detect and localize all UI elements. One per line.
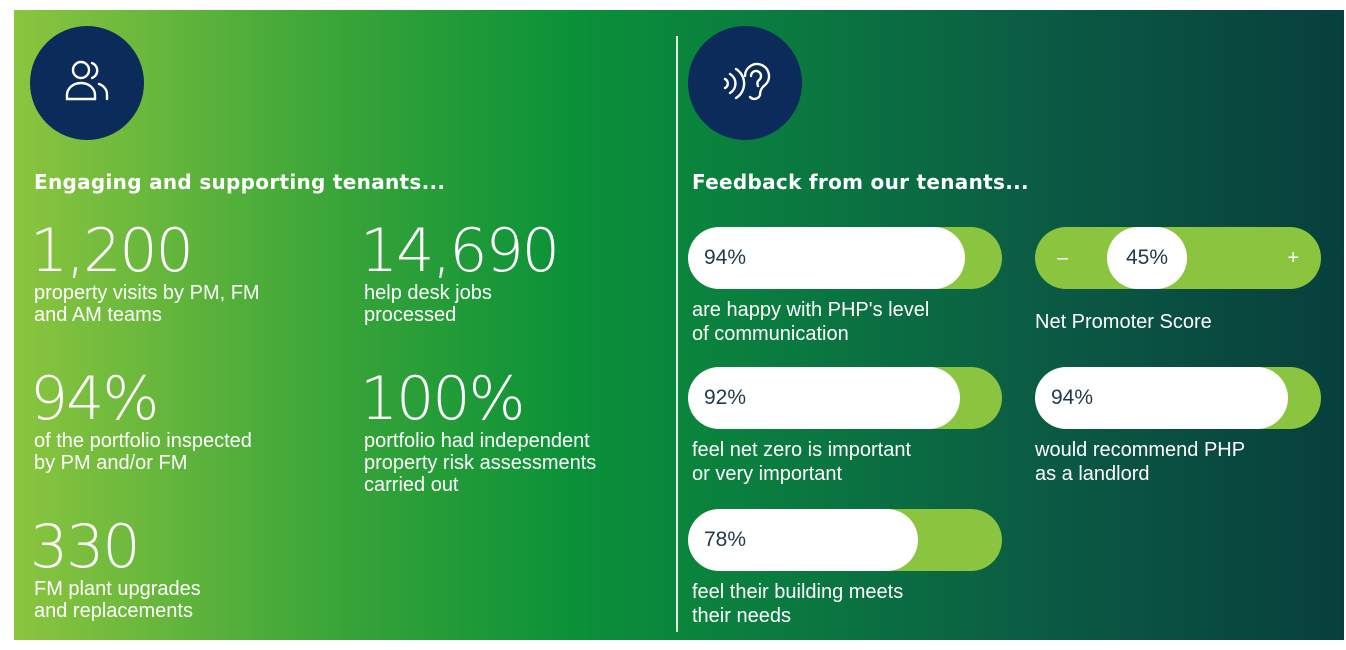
- pill-percent: 94%: [704, 246, 747, 269]
- nps-slider: – 45% +: [1035, 227, 1321, 289]
- stat-portfolio-inspected: 94% of the portfolio inspected by PM and…: [30, 368, 252, 474]
- stat-plant-upgrades: 330 FM plant upgrades and replacements: [30, 516, 201, 622]
- stat-number: 100%: [360, 364, 526, 434]
- nps-minus: –: [1057, 247, 1069, 269]
- stat-description: portfolio had independent property risk …: [364, 430, 597, 496]
- stat-property-visits: 1,200 property visits by PM, FM and AM t…: [30, 220, 260, 326]
- feedback-description: would recommend PHP as a landlord: [1035, 439, 1246, 485]
- pill-percent: 94%: [1051, 386, 1094, 409]
- nps-knob: 45%: [1107, 227, 1187, 289]
- stat-description: FM plant upgrades and replacements: [34, 578, 201, 622]
- infographic-panel: Engaging and supporting tenants... 1,200…: [14, 10, 1344, 640]
- column-divider: [676, 36, 678, 632]
- feedback-pill-building-needs: 78%: [688, 509, 1002, 571]
- right-heading: Feedback from our tenants...: [692, 170, 1029, 194]
- stat-number: 330: [30, 512, 141, 582]
- pill-percent: 92%: [704, 386, 747, 409]
- stat-number: 14,690: [360, 216, 560, 286]
- feedback-description: feel their building meets their needs: [692, 581, 904, 627]
- nps-plus: +: [1287, 247, 1299, 269]
- stat-number: 94%: [30, 364, 159, 434]
- nps-label: Net Promoter Score: [1035, 311, 1212, 333]
- stat-number: 1,200: [30, 216, 194, 286]
- feedback-pill-net-zero: 92%: [688, 367, 1002, 429]
- feedback-pill-communication: 94%: [688, 227, 1002, 289]
- listening-ear-icon: [688, 26, 802, 140]
- pill-percent: 78%: [704, 528, 747, 551]
- stat-risk-assessments: 100% portfolio had independent property …: [360, 368, 597, 496]
- stat-description: help desk jobs processed: [364, 282, 492, 326]
- left-heading: Engaging and supporting tenants...: [34, 170, 446, 194]
- feedback-description: feel net zero is important or very impor…: [692, 439, 911, 485]
- feedback-description: are happy with PHP's level of communicat…: [692, 299, 930, 345]
- feedback-pill-recommend: 94%: [1035, 367, 1321, 429]
- stat-description: property visits by PM, FM and AM teams: [34, 282, 260, 326]
- stat-description: of the portfolio inspected by PM and/or …: [34, 430, 252, 474]
- stat-help-desk-jobs: 14,690 help desk jobs processed: [360, 220, 560, 326]
- people-icon: [30, 26, 144, 140]
